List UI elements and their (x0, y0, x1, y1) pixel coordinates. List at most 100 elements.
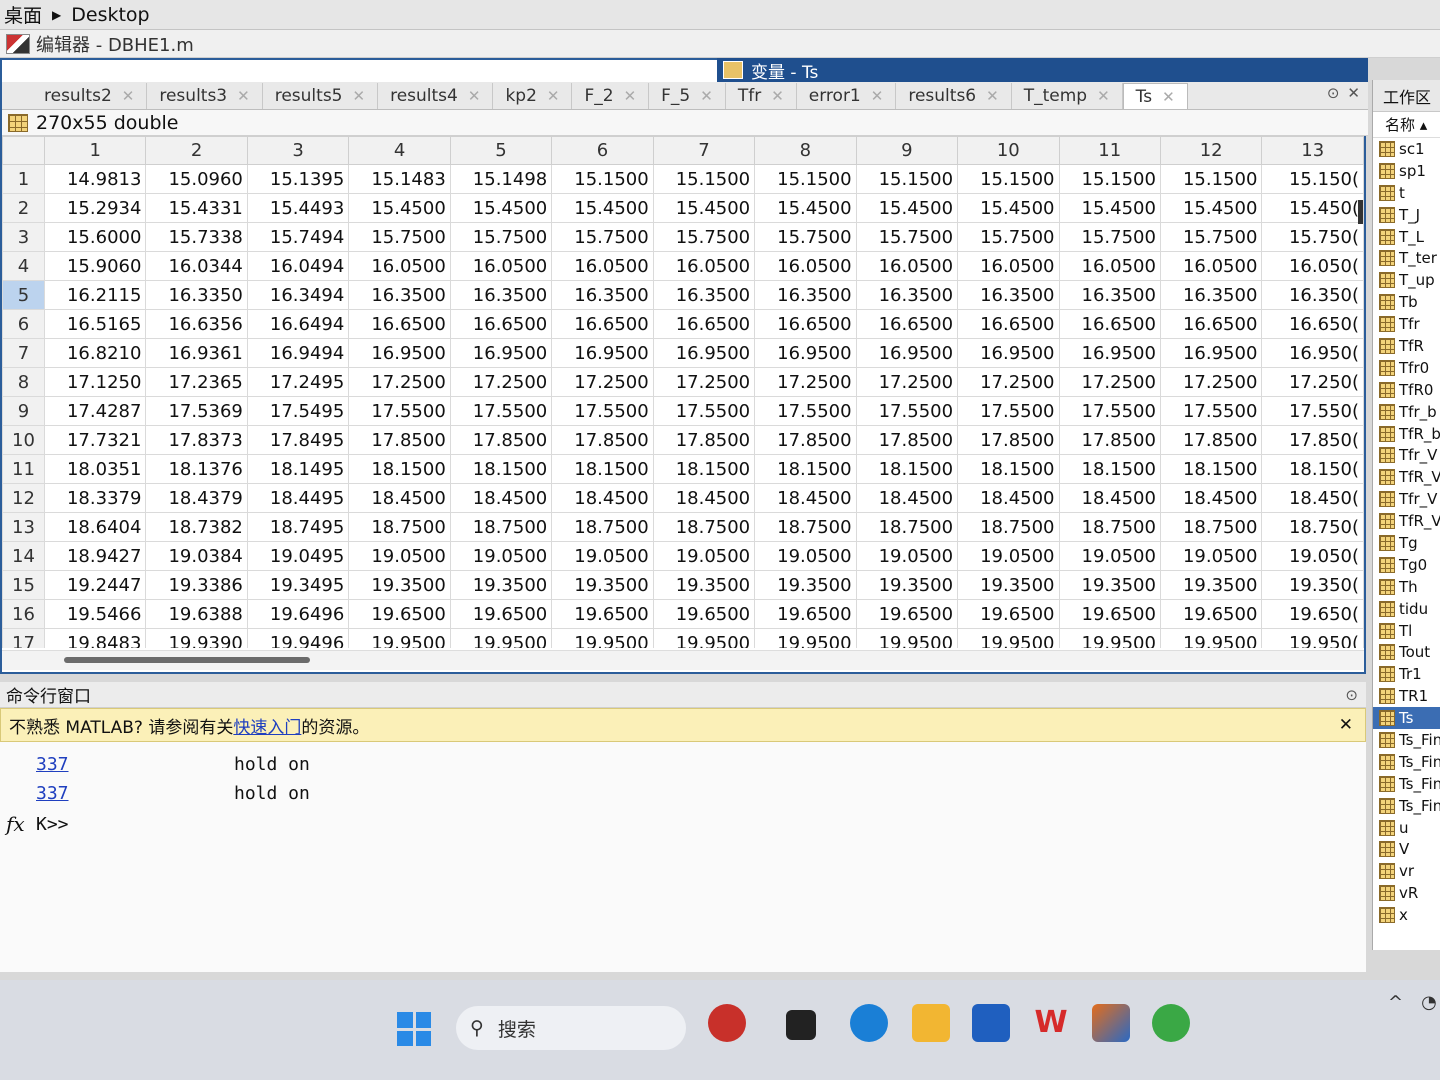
table-cell[interactable]: 17.8500 (348, 425, 451, 455)
tab-results4[interactable]: results4 ✕ (378, 83, 494, 109)
table-cell[interactable]: 15.1500 (1159, 164, 1263, 194)
table-cell[interactable]: 19.9496 (246, 628, 350, 648)
table-cell[interactable]: 17.5495 (246, 396, 350, 426)
tab-tfr[interactable]: Tfr ✕ (726, 83, 797, 109)
table-cell[interactable]: 17.5500 (449, 396, 553, 426)
table-cell[interactable]: 17.1250 (43, 367, 147, 397)
table-cell[interactable]: 16.0500 (1058, 251, 1161, 281)
wechat-icon[interactable] (1152, 1004, 1190, 1042)
tab-f-2[interactable]: F_2 ✕ (572, 83, 650, 109)
table-cell[interactable]: 15.1500 (652, 164, 756, 194)
windows-start-icon[interactable] (397, 1012, 431, 1046)
tray-expand-icon[interactable]: ^ (1388, 992, 1403, 1013)
table-cell[interactable]: 15.750( (1261, 222, 1364, 252)
workspace-variable[interactable]: TfR (1373, 335, 1440, 357)
task-view-icon[interactable] (786, 1010, 816, 1040)
table-cell[interactable]: 18.4379 (145, 483, 248, 513)
workspace-variable[interactable]: tidu (1373, 598, 1440, 620)
workspace-variable[interactable]: TfR_V (1373, 466, 1440, 488)
row-header[interactable]: 15 (2, 570, 45, 600)
row-header[interactable]: 17 (2, 628, 45, 648)
horizontal-scrollbar-thumb[interactable] (64, 657, 310, 663)
table-cell[interactable]: 19.0500 (1058, 541, 1161, 571)
table-cell[interactable]: 16.3500 (754, 280, 857, 310)
table-cell[interactable]: 19.6500 (957, 599, 1060, 629)
row-header[interactable]: 13 (2, 512, 45, 542)
table-cell[interactable]: 17.850( (1261, 425, 1364, 455)
quick-start-link[interactable]: 快速入门 (233, 713, 301, 738)
table-cell[interactable]: 18.1376 (145, 454, 248, 484)
table-cell[interactable]: 16.6500 (1159, 309, 1263, 339)
column-header[interactable]: 3 (246, 136, 350, 165)
table-cell[interactable]: 16.9361 (145, 338, 248, 368)
table-cell[interactable]: 16.3500 (348, 280, 451, 310)
table-cell[interactable]: 16.3350 (145, 280, 248, 310)
table-cell[interactable]: 18.3379 (43, 483, 147, 513)
column-header[interactable]: 12 (1159, 136, 1263, 165)
row-header[interactable]: 8 (2, 367, 45, 397)
variable-window-titlebar[interactable]: 变量 - Ts (717, 58, 1368, 83)
table-cell[interactable]: 16.9500 (449, 338, 553, 368)
table-cell[interactable]: 15.7500 (754, 222, 857, 252)
column-header[interactable]: 13 (1261, 136, 1364, 165)
table-cell[interactable]: 15.7500 (551, 222, 654, 252)
table-cell[interactable]: 15.1500 (551, 164, 654, 194)
table-cell[interactable]: 19.9500 (1058, 628, 1161, 648)
tab-close-icon[interactable]: ✕ (871, 87, 884, 105)
table-cell[interactable]: 17.8500 (957, 425, 1060, 455)
table-cell[interactable]: 15.2934 (43, 193, 147, 223)
workspace-variable[interactable]: Tout (1373, 641, 1440, 663)
tab-close-icon[interactable]: ✕ (122, 87, 135, 105)
table-cell[interactable]: 17.2500 (551, 367, 654, 397)
table-cell[interactable]: 16.6500 (754, 309, 857, 339)
column-header[interactable]: 4 (348, 136, 451, 165)
table-cell[interactable]: 19.6500 (855, 599, 959, 629)
wps-office-icon[interactable]: W (1032, 1004, 1070, 1042)
workspace-variable[interactable]: Th (1373, 576, 1440, 598)
table-cell[interactable]: 15.1498 (449, 164, 553, 194)
table-cell[interactable]: 19.6500 (1159, 599, 1263, 629)
table-cell[interactable]: 16.0500 (551, 251, 654, 281)
table-cell[interactable]: 17.4287 (43, 396, 147, 426)
table-cell[interactable]: 15.1500 (855, 164, 959, 194)
table-cell[interactable]: 18.1500 (754, 454, 857, 484)
table-cell[interactable]: 19.2447 (43, 570, 147, 600)
table-cell[interactable]: 16.2115 (43, 280, 147, 310)
table-cell[interactable]: 18.450( (1261, 483, 1364, 513)
table-cell[interactable]: 18.4500 (1058, 483, 1161, 513)
table-cell[interactable]: 19.3500 (957, 570, 1060, 600)
panel-close-icon[interactable]: ✕ (1347, 84, 1360, 102)
table-cell[interactable]: 18.7500 (1159, 512, 1263, 542)
table-cell[interactable]: 18.7500 (1058, 512, 1161, 542)
table-cell[interactable]: 19.3495 (246, 570, 350, 600)
table-cell[interactable]: 16.5165 (43, 309, 147, 339)
table-cell[interactable]: 17.5500 (551, 396, 654, 426)
table-cell[interactable]: 17.7321 (43, 425, 147, 455)
matlab-icon[interactable] (1092, 1004, 1130, 1042)
row-header[interactable]: 7 (2, 338, 45, 368)
workspace-variable[interactable]: T_ter (1373, 247, 1440, 269)
table-cell[interactable]: 16.0500 (754, 251, 857, 281)
workspace-variable[interactable]: Tfr_V (1373, 488, 1440, 510)
column-header[interactable]: 5 (449, 136, 553, 165)
table-cell[interactable]: 17.550( (1261, 396, 1364, 426)
table-cell[interactable]: 15.450( (1261, 193, 1364, 223)
table-cell[interactable]: 15.0960 (145, 164, 248, 194)
function-browser-icon[interactable]: fx (6, 812, 25, 836)
table-cell[interactable]: 17.2500 (1058, 367, 1161, 397)
table-cell[interactable]: 18.1500 (551, 454, 654, 484)
workspace-variable[interactable]: Tfr0 (1373, 357, 1440, 379)
table-cell[interactable]: 19.9500 (957, 628, 1060, 648)
table-cell[interactable]: 18.1500 (855, 454, 959, 484)
table-cell[interactable]: 17.5500 (855, 396, 959, 426)
table-cell[interactable]: 17.8500 (652, 425, 756, 455)
tab-results2[interactable]: results2 ✕ (32, 83, 148, 109)
tab-close-icon[interactable]: ✕ (468, 87, 481, 105)
table-cell[interactable]: 19.9390 (145, 628, 248, 648)
table-cell[interactable]: 16.350( (1261, 280, 1364, 310)
workspace-variable[interactable]: TfR_b (1373, 423, 1440, 445)
table-cell[interactable]: 19.0500 (449, 541, 553, 571)
workspace-variable[interactable]: u (1373, 817, 1440, 839)
panel-menu-icon[interactable]: ⊙ (1327, 84, 1340, 102)
table-cell[interactable]: 15.7500 (652, 222, 756, 252)
